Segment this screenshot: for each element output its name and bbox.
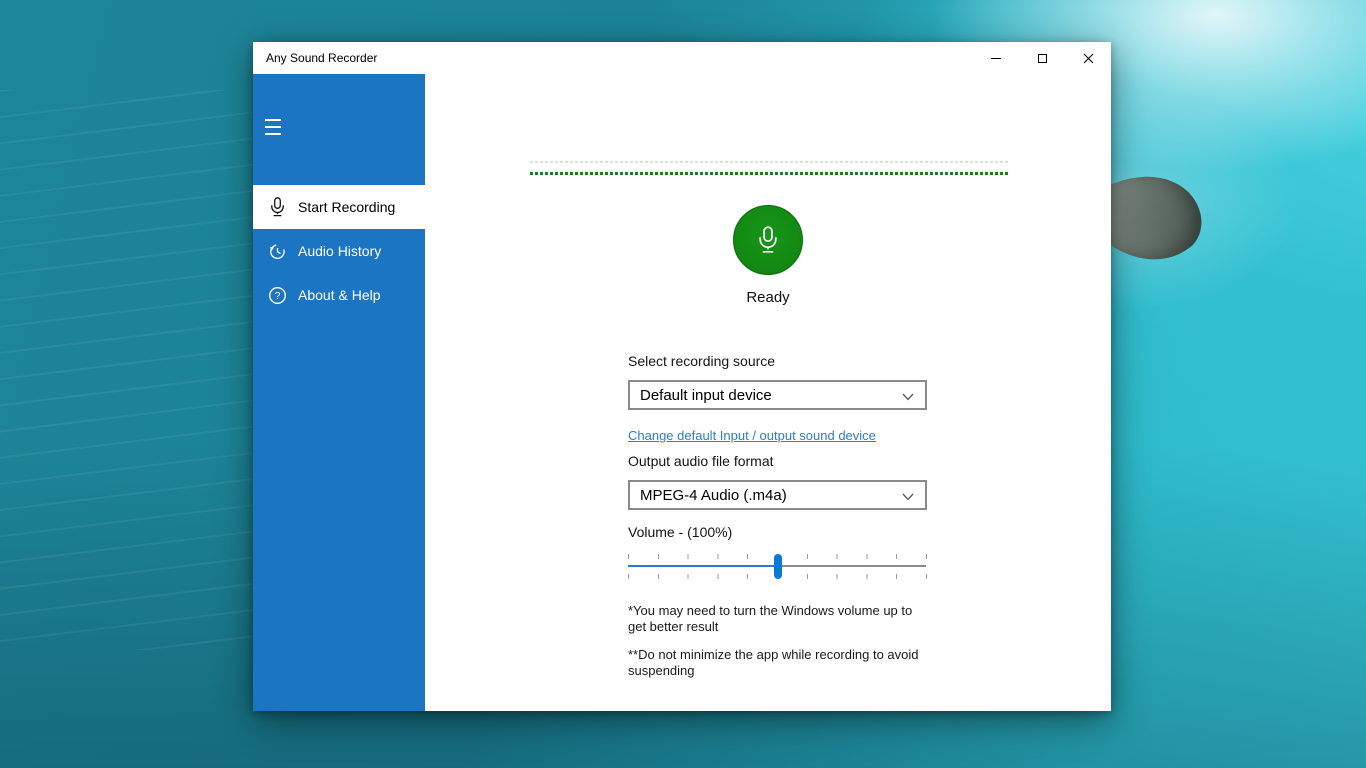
sidebar-item-about-help[interactable]: ? About & Help	[253, 273, 425, 317]
output-format-value: MPEG-4 Audio (.m4a)	[640, 487, 787, 504]
svg-text:?: ?	[275, 291, 281, 302]
waveform-baseline-faint	[530, 161, 1010, 163]
change-default-device-link[interactable]: Change default Input / output sound devi…	[628, 428, 876, 443]
waveform-baseline	[530, 172, 1010, 175]
maximize-button[interactable]	[1019, 42, 1065, 74]
recording-source-label: Select recording source	[628, 353, 775, 369]
microphone-icon	[267, 196, 288, 218]
window-controls	[973, 42, 1111, 74]
hamburger-icon	[265, 119, 281, 121]
sidebar-nav: Start Recording Audio History ?	[253, 185, 425, 317]
app-window: Any Sound Recorder	[253, 42, 1111, 711]
recording-source-dropdown[interactable]: Default input device	[628, 380, 927, 410]
record-button[interactable]	[733, 205, 803, 275]
sidebar-item-label: About & Help	[298, 287, 381, 303]
sidebar: Start Recording Audio History ?	[253, 74, 425, 711]
slider-fill	[628, 565, 778, 567]
minimize-button[interactable]	[973, 42, 1019, 74]
output-format-label: Output audio file format	[628, 453, 774, 469]
hamburger-menu-button[interactable]	[253, 107, 301, 147]
history-icon	[267, 240, 288, 262]
status-text: Ready	[425, 289, 1111, 306]
help-icon: ?	[267, 284, 288, 306]
close-button[interactable]	[1065, 42, 1111, 74]
main-content: Ready Select recording source Default in…	[425, 74, 1111, 711]
minimize-icon	[991, 58, 1001, 59]
chevron-down-icon	[902, 393, 914, 401]
maximize-icon	[1038, 54, 1047, 63]
window-title: Any Sound Recorder	[253, 51, 973, 65]
recording-source-value: Default input device	[640, 387, 772, 404]
sidebar-item-start-recording[interactable]: Start Recording	[253, 185, 425, 229]
microphone-icon	[757, 226, 779, 254]
volume-slider-thumb[interactable]	[774, 554, 782, 579]
chevron-down-icon	[902, 493, 914, 501]
close-icon	[1083, 53, 1094, 64]
note-volume: *You may need to turn the Windows volume…	[628, 603, 928, 635]
titlebar[interactable]: Any Sound Recorder	[253, 42, 1111, 74]
output-format-dropdown[interactable]: MPEG-4 Audio (.m4a)	[628, 480, 927, 510]
volume-label: Volume - (100%)	[628, 524, 732, 540]
sidebar-item-label: Audio History	[298, 243, 381, 259]
volume-slider[interactable]	[628, 554, 927, 580]
sidebar-item-label: Start Recording	[298, 199, 395, 215]
note-minimize: **Do not minimize the app while recordin…	[628, 647, 928, 679]
sidebar-item-audio-history[interactable]: Audio History	[253, 229, 425, 273]
